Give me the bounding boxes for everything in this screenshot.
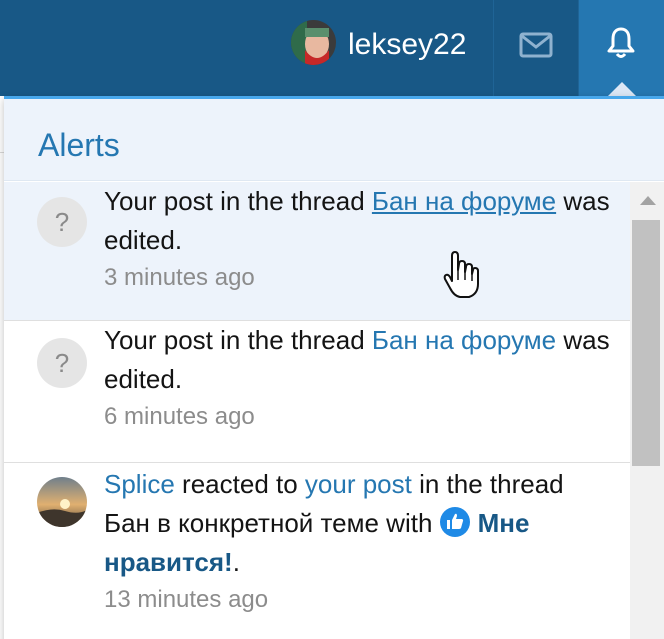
top-navigation-bar: leksey22 [0, 0, 664, 96]
user-avatar[interactable] [37, 477, 87, 527]
hand-cursor-icon [443, 251, 479, 298]
alerts-menu-title: Alerts [38, 127, 120, 163]
user-avatar[interactable] [291, 20, 336, 65]
alert-time: 6 minutes ago [104, 403, 255, 430]
unknown-avatar: ? [37, 197, 87, 247]
unknown-avatar: ? [37, 338, 87, 388]
thread-link[interactable]: Бан на форуме [372, 325, 556, 355]
thread-link[interactable]: Бан на форуме [372, 186, 556, 216]
bell-icon [607, 27, 635, 58]
alert-item[interactable]: ? Your post in the thread Бан на форуме … [4, 321, 630, 463]
alerts-menu: Alerts ? Your post in the thread Бан на … [4, 96, 664, 639]
scroll-thumb[interactable] [632, 220, 660, 466]
alert-text: Your post in the thread Бан на форуме wa… [104, 182, 614, 296]
conversations-button[interactable] [494, 0, 578, 96]
alert-time: 13 minutes ago [104, 586, 269, 613]
alert-text-part: reacted to [174, 469, 305, 499]
post-link[interactable]: your post [305, 469, 412, 499]
envelope-icon [519, 32, 553, 58]
scroll-up-arrow-icon[interactable] [640, 196, 656, 205]
user-link[interactable]: Splice [104, 469, 175, 499]
alert-item[interactable]: Splice reacted to your post in the threa… [4, 463, 630, 639]
menu-scrollbar[interactable] [630, 182, 664, 639]
alert-end: . [232, 547, 240, 577]
alert-item[interactable]: ? Your post in the thread Бан на форуме … [4, 182, 630, 321]
menu-caret [608, 82, 636, 96]
alerts-menu-header: Alerts [4, 99, 664, 181]
alert-prefix: Your post in the thread [104, 325, 372, 355]
alert-text: Your post in the thread Бан на форуме wa… [104, 321, 614, 435]
user-account-link[interactable]: leksey22 [282, 0, 492, 96]
alert-text: Splice reacted to your post in the threa… [104, 465, 614, 618]
like-icon [439, 507, 470, 537]
alert-prefix: Your post in the thread [104, 186, 372, 216]
username-label[interactable]: leksey22 [348, 28, 466, 62]
alert-time: 3 minutes ago [104, 264, 255, 291]
